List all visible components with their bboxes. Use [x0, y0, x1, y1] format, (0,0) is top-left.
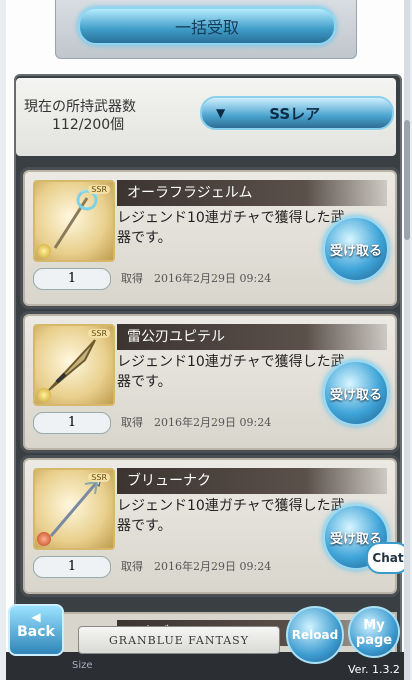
scrollbar[interactable]: [404, 0, 410, 680]
list-item: SSR 雷公刃ユピテル レジェンド10連ガチャで獲得した武器です。 1 取得 2…: [23, 314, 397, 450]
weapon-name: オーラフラジェルム: [117, 180, 387, 206]
quantity-badge: 1: [33, 268, 111, 290]
scrollbar-thumb[interactable]: [404, 120, 410, 240]
bottom-nav-bar: [6, 652, 406, 680]
game-logo: GRANBLUE FANTASY: [78, 626, 280, 654]
weapon-name: 雷公刃ユピテル: [117, 324, 387, 350]
weapon-description: レジェンド10連ガチャで獲得した武器です。: [117, 498, 345, 534]
weapon-thumbnail: SSR: [33, 180, 115, 262]
weapon-count-label: 現在の所持武器数: [24, 99, 136, 115]
receive-button[interactable]: 受け取る: [323, 216, 389, 282]
size-label: Size: [72, 660, 93, 671]
element-icon: [37, 244, 51, 258]
element-icon: [37, 388, 51, 402]
acquired-date: 取得 2016年2月29日 09:24: [121, 272, 272, 285]
back-arrow-icon: ◀: [31, 610, 41, 624]
mypage-label-line2: page: [355, 633, 393, 648]
rarity-filter-dropdown[interactable]: ▼ SSレア: [200, 96, 394, 130]
rarity-badge: SSR: [88, 185, 110, 194]
rarity-badge: SSR: [88, 329, 110, 338]
back-button[interactable]: ◀ Back: [8, 604, 64, 656]
receive-button[interactable]: 受け取る: [323, 360, 389, 426]
rarity-filter-value: SSレア: [269, 104, 321, 123]
mypage-button[interactable]: My page: [348, 606, 400, 658]
acquired-date: 取得 2016年2月29日 09:24: [121, 416, 272, 429]
weapon-name: ブリューナク: [117, 468, 387, 494]
weapon-count-value: 112/200個: [52, 117, 125, 133]
weapon-description: レジェンド10連ガチャで獲得した武器です。: [117, 354, 345, 390]
quantity-badge: 1: [33, 412, 111, 434]
weapon-thumbnail: SSR: [33, 324, 115, 406]
list-item: SSR ブリューナク レジェンド10連ガチャで獲得した武器です。 1 取得 20…: [23, 458, 397, 594]
list-item: SSR オーラフラジェルム レジェンド10連ガチャで獲得した武器です。 1 取得…: [23, 170, 397, 306]
bulk-receive-button[interactable]: 一括受取: [78, 7, 336, 45]
weapon-description: レジェンド10連ガチャで獲得した武器です。: [117, 210, 345, 246]
version-label: Ver. 1.3.2: [348, 663, 400, 676]
dropdown-triangle-icon: ▼: [216, 106, 226, 120]
mypage-label-line1: My: [363, 618, 385, 633]
element-icon: [37, 532, 51, 546]
quantity-badge: 1: [33, 556, 111, 578]
weapon-thumbnail: SSR: [33, 468, 115, 550]
acquired-date: 取得 2016年2月29日 09:24: [121, 560, 272, 573]
rarity-badge: SSR: [88, 473, 110, 482]
back-label: Back: [17, 624, 55, 640]
bulk-receive-label: 一括受取: [174, 18, 239, 37]
reload-button[interactable]: Reload: [286, 606, 344, 664]
